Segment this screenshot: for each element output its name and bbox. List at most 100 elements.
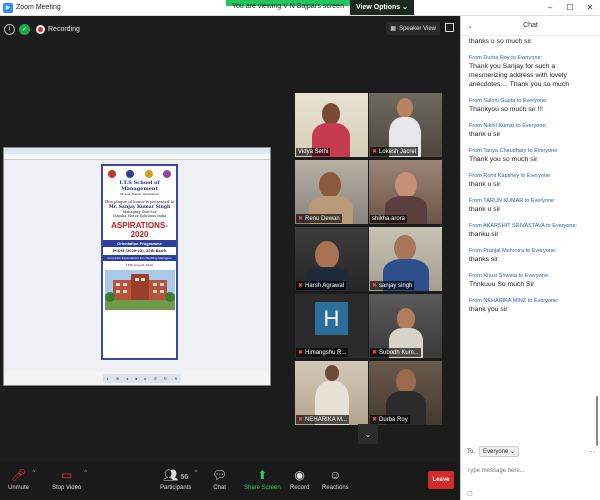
chat-label: Chat <box>213 485 226 491</box>
message-sender[interactable]: Nikhil Kumar <box>483 123 514 129</box>
message-sender[interactable]: NEHARIKA MINZ <box>483 298 526 304</box>
share-screen-icon: ⬆︎ <box>257 468 268 482</box>
stop-video-label: Stop Video <box>52 485 82 491</box>
record-icon: ◉ <box>294 468 305 482</box>
share-screen-label: Share Screen <box>244 485 281 491</box>
participant-tile[interactable]: ✖ Subodh Kum... <box>369 294 442 358</box>
mic-muted-icon: ✖ <box>298 283 304 289</box>
close-button[interactable]: ✕ <box>580 3 600 12</box>
delete-icon[interactable]: ✕ <box>174 376 177 381</box>
participant-tile[interactable]: ✖ sanjay singh <box>369 227 442 291</box>
chevron-down-icon: ⌄ <box>364 429 372 439</box>
zoom-in-icon[interactable]: ⊕ <box>116 376 119 381</box>
window-controls: – ☐ ✕ <box>540 3 600 12</box>
chat-message: From Tanya Chaudhary to Everyone: Thank … <box>469 148 595 164</box>
participant-nameplate: ✖ Renu Dewan <box>296 214 342 223</box>
shield-icon[interactable]: ✓ <box>19 23 30 35</box>
participant-tile[interactable]: ✖ Harsh Agrawal <box>295 227 368 291</box>
message-sender-line: From Khusi Shweta to Everyone: <box>469 273 550 279</box>
recording-label: Recording <box>48 25 80 33</box>
start-video-button[interactable]: ▭ Stop Video ^ <box>52 467 87 491</box>
message-sender[interactable]: Khusi Shweta <box>483 273 517 279</box>
record-button[interactable]: ◉ Record <box>290 467 309 491</box>
message-text: thanks sir <box>469 256 499 263</box>
fullscreen-icon[interactable] <box>445 23 454 32</box>
participants-icon: 👥︎ 56 <box>163 468 189 482</box>
chat-message: From Rohit Kapshey to Everyone: thank u … <box>469 173 595 189</box>
participant-tile[interactable]: ✖ Durba Roy <box>369 361 442 425</box>
leave-button[interactable]: Leave <box>428 471 454 489</box>
plaque-date: 18th August 2020 <box>125 263 154 267</box>
chevron-up-icon[interactable]: ^ <box>32 470 35 476</box>
chevron-up-icon[interactable]: ^ <box>195 470 198 476</box>
chat-scrollbar[interactable] <box>596 396 598 446</box>
message-sender-line: From Nikhil Kumar to Everyone: <box>469 123 547 129</box>
chat-button[interactable]: 💬︎ Chat <box>212 467 227 491</box>
message-sender[interactable]: AKARSHIT SRIVASTAVA <box>483 223 545 229</box>
unmute-button[interactable]: 🎤︎ Unmute ^ <box>8 467 35 491</box>
speaker-view-label: Speaker View <box>399 25 436 32</box>
participant-tile[interactable]: ✖ Renu Dewan <box>295 160 368 224</box>
zoom-out-icon[interactable]: ◐ <box>106 376 108 381</box>
participant-tile[interactable]: ✖ Lokesh Jacrel <box>369 93 442 157</box>
shared-screen[interactable]: I.T.S School of Management Mohan Nagar, … <box>3 147 271 386</box>
mic-muted-icon: ✖ <box>372 350 378 356</box>
mic-muted-icon: ✖ <box>372 283 378 289</box>
message-sender[interactable]: Durba Roy <box>483 55 509 61</box>
rotate-left-icon[interactable]: ↺ <box>153 376 156 381</box>
message-sender[interactable]: Pranjal Mehrotra <box>483 248 524 254</box>
chat-message: From NEHARIKA MINZ to Everyone: thank yo… <box>469 298 595 314</box>
minimize-button[interactable]: – <box>540 3 560 12</box>
reactions-button[interactable]: ☺︎ Reactions <box>322 467 349 491</box>
chevron-up-icon[interactable]: ^ <box>84 470 87 476</box>
message-sender[interactable]: TARUN KUMAR <box>483 198 523 204</box>
slideshow-icon[interactable]: ● <box>135 376 137 381</box>
maximize-button[interactable]: ☐ <box>560 3 580 12</box>
participant-nameplate: ✖ Subodh Kum... <box>370 348 421 357</box>
meeting-area: i ✓ Recording ▦ Speaker View I.T.S Schoo… <box>0 16 460 482</box>
recording-indicator[interactable]: Recording <box>36 24 80 34</box>
chat-title: Chat <box>523 22 538 29</box>
participant-name: Himangshu R... <box>305 349 347 356</box>
viewer-toolbar[interactable]: ◐ ⊕ ◂ ● ▸ ↺ ↻ ✕ <box>103 374 181 383</box>
previous-icon[interactable]: ◂ <box>126 376 128 381</box>
speaker-view-button[interactable]: ▦ Speaker View <box>386 22 440 35</box>
participant-tile[interactable]: shikha arora <box>369 160 442 224</box>
next-icon[interactable]: ▸ <box>145 376 147 381</box>
participant-name: Harsh Agrawal <box>305 282 345 289</box>
chat-message-input[interactable] <box>467 464 595 478</box>
info-icon[interactable]: i <box>4 23 15 35</box>
rotate-right-icon[interactable]: ↻ <box>164 376 167 381</box>
recipient-select[interactable]: Everyone ⌄ <box>479 446 520 457</box>
emblem-logo-icon <box>162 169 171 178</box>
gallery-next-page-button[interactable]: ⌄ <box>358 424 378 444</box>
participant-name: Subodh Kum... <box>379 349 419 356</box>
message-sender[interactable]: Saloni Gupta <box>483 98 515 104</box>
chat-message-list[interactable]: thanks u so much sir From Durba Roy to E… <box>461 36 595 447</box>
participant-name: shikha arora <box>372 216 406 222</box>
chat-recipient-row: To: Everyone ⌄ ⋯ <box>467 446 595 457</box>
participants-button[interactable]: 👥︎ 56 Participants ^ <box>160 467 197 491</box>
message-sender-line: From Pranjal Mehrotra to Everyone: <box>469 248 557 254</box>
record-dot-icon <box>36 24 45 34</box>
participant-tile[interactable]: H ✖ Himangshu R... <box>295 294 368 358</box>
chevron-down-icon[interactable]: ⌄ <box>467 22 473 30</box>
more-options-icon[interactable]: ⋯ <box>588 448 595 456</box>
message-text: Thankyou so much sir !!! <box>469 106 544 113</box>
participant-tile[interactable]: Vidya Sethi <box>295 93 368 157</box>
view-options-button[interactable]: View Options ⌄ <box>349 0 415 15</box>
file-icon[interactable]: ▢ <box>467 490 473 497</box>
message-sender-line: From Saloni Gupta to Everyone: <box>469 98 548 104</box>
message-sender[interactable]: Tanya Chaudhary <box>483 148 526 154</box>
chat-message: From Nikhil Kumar to Everyone: thank u s… <box>469 123 595 139</box>
plaque-corp-line: Corporate Expectations from Budding Mana… <box>103 255 176 261</box>
plaque-school: I.T.S School of Management <box>119 180 160 192</box>
campus-photo <box>104 270 175 310</box>
message-sender[interactable]: Rohit Kapshey <box>483 173 519 179</box>
participant-nameplate: ✖ Lokesh Jacrel <box>370 147 419 156</box>
participant-tile[interactable]: ✖ NEHARIKA M... <box>295 361 368 425</box>
share-screen-button[interactable]: ⬆︎ Share Screen <box>244 467 281 491</box>
participant-nameplate: ✖ Himangshu R... <box>296 348 349 357</box>
plaque-location: Mohan Nagar, Ghaziabad <box>120 192 159 196</box>
participant-nameplate: ✖ Durba Roy <box>370 415 410 424</box>
